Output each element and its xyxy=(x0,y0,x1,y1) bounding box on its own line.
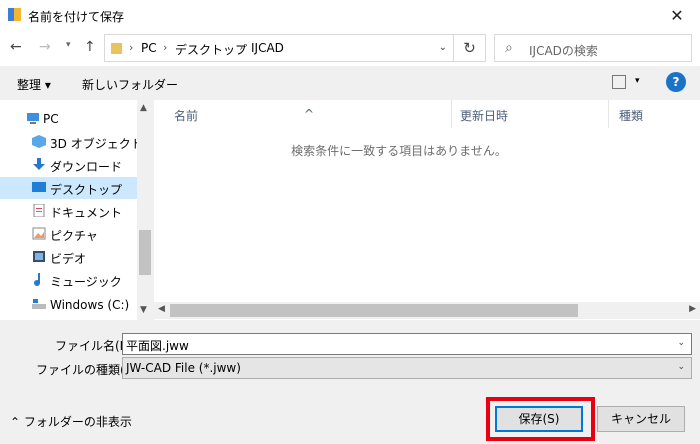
column-header-type[interactable]: 種類 xyxy=(609,100,700,128)
folder-icon xyxy=(111,43,122,54)
scroll-up-icon[interactable]: ▲ xyxy=(140,103,147,113)
sidebar-item-label: ダウンロード xyxy=(50,160,123,174)
organize-button[interactable]: 整理 ▾ xyxy=(17,76,51,93)
sidebar-item-label: Windows (C:) xyxy=(50,298,130,312)
cancel-button[interactable]: キャンセル xyxy=(597,406,685,432)
sidebar-item-pictures[interactable]: ピクチャ xyxy=(0,223,137,245)
scroll-left-icon[interactable]: ◀ xyxy=(158,304,165,314)
window-title: 名前を付けて保存 xyxy=(28,10,125,24)
chevron-down-icon[interactable]: ⌄ xyxy=(677,362,685,372)
sidebar-item-label: ドキュメント xyxy=(50,206,123,220)
pc-icon xyxy=(27,113,39,124)
filetype-value: JW-CAD File (*.jww) xyxy=(126,361,241,375)
column-header-name[interactable]: 名前 ^ xyxy=(154,100,452,128)
sidebar-scrollbar[interactable]: ▲ ▼ xyxy=(137,100,153,320)
sidebar-item-downloads[interactable]: ダウンロード xyxy=(0,154,137,176)
forward-arrow-icon[interactable]: → xyxy=(39,39,51,55)
download-icon xyxy=(33,158,45,170)
back-arrow-icon[interactable]: ← xyxy=(10,39,22,55)
scroll-right-icon[interactable]: ▶ xyxy=(689,304,696,314)
sort-asc-icon: ^ xyxy=(304,107,315,121)
column-name-label: 名前 xyxy=(174,109,199,123)
music-icon xyxy=(34,273,40,286)
scrollbar-thumb[interactable] xyxy=(170,304,578,317)
sidebar-item-label: 3D オブジェクト xyxy=(50,137,143,151)
sidebar-item-label: ミュージック xyxy=(50,275,122,289)
breadcrumb-ijcad[interactable]: IJCAD xyxy=(251,41,284,55)
address-row: ← → ▾ ↑ › PC › デスクトップ › IJCAD ⌄ ↻ ⌕ IJCA… xyxy=(0,30,700,66)
sidebar-item-label: PC xyxy=(43,112,59,126)
recent-locations-chevron-icon[interactable]: ▾ xyxy=(66,40,71,50)
column-header-modified[interactable]: 更新日時 xyxy=(452,100,609,128)
breadcrumb-pc[interactable]: PC xyxy=(141,41,157,55)
sidebar-item-music[interactable]: ミュージック xyxy=(0,269,137,291)
desktop-icon xyxy=(32,182,46,192)
column-modified-label: 更新日時 xyxy=(460,109,509,123)
documents-icon xyxy=(33,204,45,217)
view-options-icon[interactable] xyxy=(612,75,626,89)
navigation-pane: PC 3D オブジェクト ダウンロード デスクトップ ドキュメント ピクチャ ビ… xyxy=(0,100,153,320)
sidebar-item-videos[interactable]: ビデオ xyxy=(0,246,137,268)
column-type-label: 種類 xyxy=(619,109,644,123)
chevron-right-icon[interactable]: › xyxy=(239,41,243,54)
sidebar-item-3d-objects[interactable]: 3D オブジェクト xyxy=(0,131,143,153)
filename-field[interactable]: 平面図.jww ⌄ xyxy=(122,333,692,355)
filetype-select[interactable]: JW-CAD File (*.jww) ⌄ xyxy=(122,357,692,379)
toolbar: 整理 ▾ 新しいフォルダー ▾ ? xyxy=(0,66,700,100)
horizontal-scrollbar[interactable]: ◀ ▶ xyxy=(154,302,700,319)
scroll-down-icon[interactable]: ▼ xyxy=(140,305,147,315)
empty-message: 検索条件に一致する項目はありません。 xyxy=(291,144,507,158)
sidebar-item-label: デスクトップ xyxy=(50,183,123,197)
close-button[interactable]: ✕ xyxy=(654,0,700,30)
drive-icon xyxy=(32,299,46,309)
chevron-down-icon[interactable]: ⌄ xyxy=(677,338,685,348)
sidebar-item-desktop[interactable]: デスクトップ xyxy=(0,177,137,199)
help-icon[interactable]: ? xyxy=(666,72,686,92)
address-bar[interactable]: › PC › デスクトップ › IJCAD ⌄ xyxy=(104,34,454,62)
pictures-icon xyxy=(32,227,46,240)
chevron-down-icon[interactable]: ⌄ xyxy=(439,42,447,53)
file-list: 名前 ^ 更新日時 種類 検索条件に一致する項目はありません。 ◀ ▶ xyxy=(154,100,700,320)
videos-icon xyxy=(33,251,45,262)
search-input[interactable]: ⌕ IJCADの検索 xyxy=(494,34,692,62)
chevron-up-icon: ⌃ xyxy=(10,415,21,429)
filename-value: 平面図.jww xyxy=(126,339,189,353)
sidebar-item-label: ビデオ xyxy=(50,252,87,266)
title-bar: 名前を付けて保存 ✕ xyxy=(0,0,700,30)
sidebar-item-pc[interactable]: PC xyxy=(0,108,137,130)
scrollbar-thumb[interactable] xyxy=(139,230,151,275)
new-folder-button[interactable]: 新しいフォルダー xyxy=(82,76,178,93)
hide-folders-toggle[interactable]: ⌃ フォルダーの非表示 xyxy=(10,413,132,430)
save-button[interactable]: 保存(S) xyxy=(495,406,583,432)
app-icon xyxy=(8,8,21,21)
hide-folders-label: フォルダーの非表示 xyxy=(23,415,132,429)
refresh-button[interactable]: ↻ xyxy=(454,34,486,62)
sidebar-item-documents[interactable]: ドキュメント xyxy=(0,200,137,222)
search-icon: ⌕ xyxy=(505,40,513,56)
sidebar-item-windows-c[interactable]: Windows (C:) xyxy=(0,294,137,316)
chevron-down-icon[interactable]: ▾ xyxy=(635,76,640,86)
breadcrumb-desktop[interactable]: デスクトップ xyxy=(175,41,247,58)
up-arrow-icon[interactable]: ↑ xyxy=(84,39,96,55)
search-placeholder: IJCADの検索 xyxy=(529,44,598,58)
3d-objects-icon xyxy=(32,135,46,148)
chevron-right-icon[interactable]: › xyxy=(163,41,167,54)
chevron-right-icon[interactable]: › xyxy=(129,41,133,54)
sidebar-item-label: ピクチャ xyxy=(50,229,98,243)
